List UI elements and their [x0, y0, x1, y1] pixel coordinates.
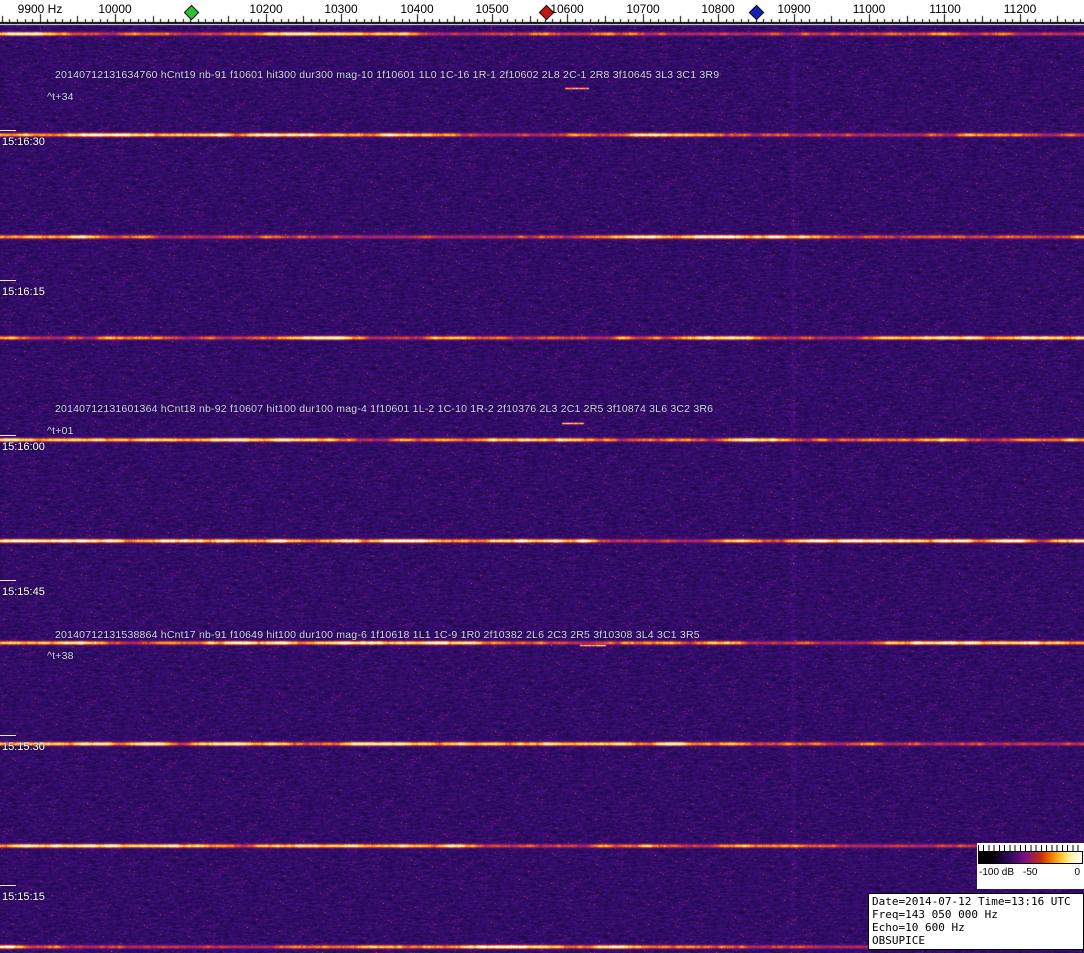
detection-annotations: 20140712131634760 hCnt19 nb-91 f10601 hi…	[0, 0, 1084, 953]
detection-text: 20140712131538864 hCnt17 nb-91 f10649 hi…	[55, 629, 700, 641]
info-date-line: Date=2014-07-12 Time=13:16 UTC	[872, 895, 1071, 908]
info-echo-line: Echo=10 600 Hz	[872, 921, 965, 934]
info-freq-line: Freq=143 050 000 Hz	[872, 908, 998, 921]
legend-gradient-bar	[978, 851, 1083, 864]
spectrum-lab-window: 9900 Hz 10000 10200 10300 10400 10500 10600 107…	[0, 0, 1084, 953]
info-station-line: OBSUPICE	[872, 934, 925, 947]
detection-tag: ^t+01	[47, 425, 74, 437]
color-scale-legend: -100 dB -50 0	[977, 843, 1084, 889]
detection-tag: ^t+38	[47, 650, 74, 662]
legend-label-max: 0	[1074, 867, 1080, 878]
detection-tag: ^t+34	[47, 91, 74, 103]
detection-text: 20140712131634760 hCnt19 nb-91 f10601 hi…	[55, 69, 720, 81]
legend-label-min: -100 dB	[979, 867, 1015, 878]
legend-labels: -100 dB -50 0	[978, 864, 1083, 879]
legend-label-mid: -50	[1023, 867, 1038, 878]
station-info-box: Date=2014-07-12 Time=13:16 UTC Freq=143 …	[868, 893, 1084, 950]
detection-text: 20140712131601364 hCnt18 nb-92 f10607 hi…	[55, 403, 714, 415]
